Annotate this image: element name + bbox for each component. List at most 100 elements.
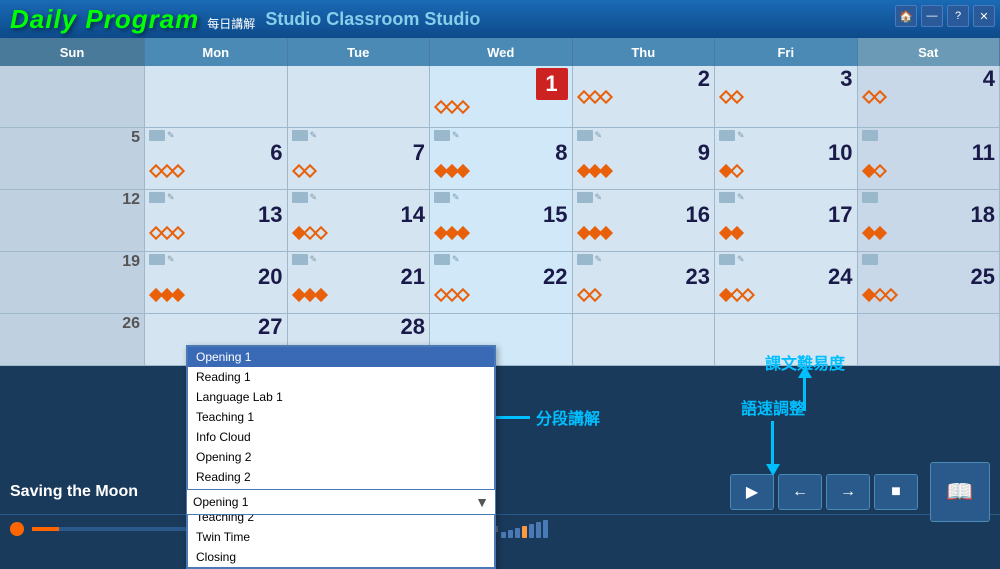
cal-icons-w2-mon xyxy=(149,166,283,176)
cal-date-15[interactable]: 15 xyxy=(543,204,567,226)
dropdown-item-10[interactable]: Closing xyxy=(188,547,494,567)
cal-date-23[interactable]: 23 xyxy=(686,266,710,288)
dropdown-item-9[interactable]: Twin Time xyxy=(188,527,494,547)
cal-date-24[interactable]: 24 xyxy=(828,266,852,288)
dropdown-item-6[interactable]: Reading 2 xyxy=(188,467,494,487)
cal-cell-w4-thu[interactable]: ✎ 23 xyxy=(573,252,716,313)
cal-date-6[interactable]: 6 xyxy=(270,142,282,164)
cal-week-1: 1 2 3 xyxy=(0,66,1000,128)
cal-cell-w2-sun[interactable]: 5 xyxy=(0,128,145,189)
cal-date-11[interactable]: 11 xyxy=(972,142,995,164)
speed-seg-6 xyxy=(536,522,541,538)
speed-seg-3 xyxy=(515,528,520,538)
cal-cell-w4-sat[interactable]: 25 xyxy=(858,252,1000,313)
help-icon[interactable]: ? xyxy=(947,5,969,27)
cal-date-14[interactable]: 14 xyxy=(401,204,425,226)
cal-cell-w3-sun[interactable]: 12 xyxy=(0,190,145,251)
cal-cell-w4-fri[interactable]: ✎ 24 xyxy=(715,252,858,313)
dropdown-item-3[interactable]: Teaching 1 xyxy=(188,407,494,427)
diamond-icon xyxy=(730,164,744,178)
cal-date-2[interactable]: 2 xyxy=(698,68,710,90)
cal-icons-w2-fri xyxy=(719,166,853,176)
cal-date-16[interactable]: 16 xyxy=(686,204,710,226)
cal-date-9[interactable]: 9 xyxy=(698,142,710,164)
close-icon[interactable]: ✕ xyxy=(973,5,995,27)
lesson-dropdown-panel[interactable]: Opening 1 Reading 1 Language Lab 1 Teach… xyxy=(186,345,496,569)
cal-cell-w3-sat[interactable]: 18 xyxy=(858,190,1000,251)
cal-cell-w4-wed[interactable]: ✎ 22 xyxy=(430,252,573,313)
cal-week-2: 5 ✎ 6 ✎ 7 ✎ 8 xyxy=(0,128,1000,190)
cal-cell-w2-fri[interactable]: ✎ 10 xyxy=(715,128,858,189)
speed-seg-5 xyxy=(529,524,534,538)
diamond-icon xyxy=(313,288,327,302)
cal-cell-w2-mon[interactable]: ✎ 6 xyxy=(145,128,288,189)
cal-date-21[interactable]: 21 xyxy=(401,266,425,288)
speed-seg-1 xyxy=(501,532,506,538)
dropdown-item-4[interactable]: Info Cloud xyxy=(188,427,494,447)
header-subtitle: 每日講解 xyxy=(207,15,255,32)
cal-cell-w3-fri[interactable]: ✎ 17 xyxy=(715,190,858,251)
cal-cell-w2-wed[interactable]: ✎ 8 xyxy=(430,128,573,189)
cal-cell-w5-sun[interactable]: 26 xyxy=(0,314,145,365)
home-icon[interactable]: 🏠 xyxy=(895,5,917,27)
info-row: Saving the Moon February 1 00:28 Total t… xyxy=(0,470,1000,515)
cal-date-18[interactable]: 18 xyxy=(971,204,995,226)
prev-button[interactable]: ← xyxy=(778,474,822,510)
stop-button[interactable]: ■ xyxy=(874,474,918,510)
cal-cell-w1-mon[interactable] xyxy=(145,66,288,127)
diamond-icon xyxy=(171,226,185,240)
dropdown-item-1[interactable]: Reading 1 xyxy=(188,367,494,387)
cal-cell-w3-tue[interactable]: ✎ 14 xyxy=(288,190,431,251)
cal-icons-w4-tue xyxy=(292,290,426,300)
speed-bar[interactable] xyxy=(501,520,548,538)
cal-cell-w5-sat[interactable] xyxy=(858,314,1000,365)
cal-date-25[interactable]: 25 xyxy=(971,266,995,288)
cal-cell-w1-tue[interactable] xyxy=(288,66,431,127)
diamond-icon xyxy=(598,226,612,240)
next-button[interactable]: → xyxy=(826,474,870,510)
cal-date-20[interactable]: 20 xyxy=(258,266,282,288)
cal-date-3[interactable]: 3 xyxy=(840,68,852,90)
dropdown-item-2[interactable]: Language Lab 1 xyxy=(188,387,494,407)
cal-date-28[interactable]: 28 xyxy=(401,316,425,338)
dropdown-item-0[interactable]: Opening 1 xyxy=(188,347,494,367)
cal-cell-w4-mon[interactable]: ✎ 20 xyxy=(145,252,288,313)
cal-cell-w4-tue[interactable]: ✎ 21 xyxy=(288,252,431,313)
cal-icons-w3-thu xyxy=(577,228,711,238)
cal-cell-w1-thu[interactable]: 2 xyxy=(573,66,716,127)
cal-date-17[interactable]: 17 xyxy=(828,204,852,226)
cal-cell-w2-sat[interactable]: 11 xyxy=(858,128,1000,189)
cal-cell-w1-sun[interactable] xyxy=(0,66,145,127)
cal-cell-w1-fri[interactable]: 3 xyxy=(715,66,858,127)
cal-date-10[interactable]: 10 xyxy=(828,142,852,164)
cal-date-8[interactable]: 8 xyxy=(555,142,567,164)
play-button[interactable]: ▶ xyxy=(730,474,774,510)
progress-fill xyxy=(32,527,59,531)
cal-date-22[interactable]: 22 xyxy=(543,266,567,288)
cal-date-13[interactable]: 13 xyxy=(258,204,282,226)
cal-date-7[interactable]: 7 xyxy=(413,142,425,164)
minimize-icon[interactable]: — xyxy=(921,5,943,27)
cal-week-3: 12 ✎ 13 ✎ 14 ✎ xyxy=(0,190,1000,252)
cal-cell-w5-thu[interactable] xyxy=(573,314,716,365)
cal-cell-w3-mon[interactable]: ✎ 13 xyxy=(145,190,288,251)
cal-cell-w5-fri[interactable] xyxy=(715,314,858,365)
cal-icons-w3-sat xyxy=(862,228,996,238)
cal-cell-w2-tue[interactable]: ✎ 7 xyxy=(288,128,431,189)
cal-cell-w2-thu[interactable]: ✎ 9 xyxy=(573,128,716,189)
cal-date-27[interactable]: 27 xyxy=(258,316,282,338)
cal-cell-w1-sat[interactable]: 4 xyxy=(858,66,1000,127)
cal-date-1[interactable]: 1 xyxy=(536,68,568,100)
dropdown-item-5[interactable]: Opening 2 xyxy=(188,447,494,467)
cal-cell-w1-wed[interactable]: 1 xyxy=(430,66,573,127)
cal-cell-w3-thu[interactable]: ✎ 16 xyxy=(573,190,716,251)
cal-cell-w3-wed[interactable]: ✎ 15 xyxy=(430,190,573,251)
cal-icons-w4-wed xyxy=(434,290,568,300)
player-controls: ▶ ← → ■ 📖 xyxy=(730,462,990,522)
book-button[interactable]: 📖 xyxy=(930,462,990,522)
cal-date-4[interactable]: 4 xyxy=(983,68,995,90)
cal-cell-w4-sun[interactable]: 19 xyxy=(0,252,145,313)
cal-icons-w3-mon xyxy=(149,228,283,238)
cal-icons-w3-fri xyxy=(719,228,853,238)
lesson-select-box[interactable]: Opening 1 ▼ xyxy=(186,489,496,515)
